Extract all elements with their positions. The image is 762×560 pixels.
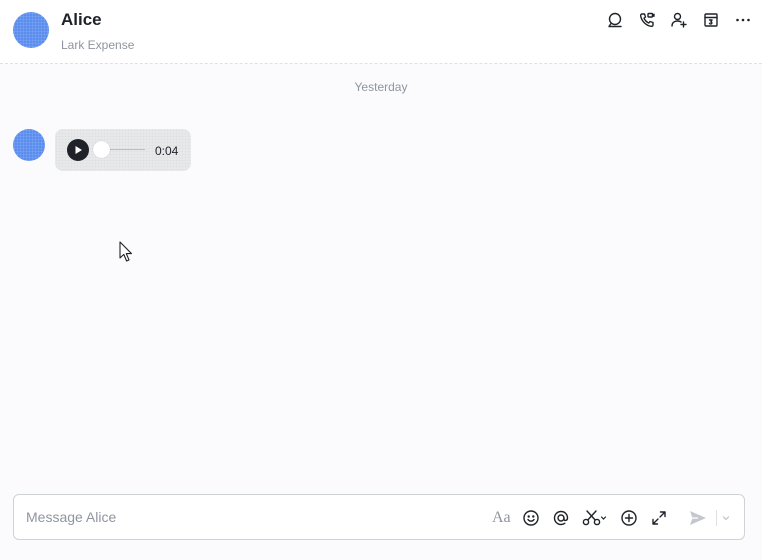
chat-header: Alice Lark Expense: [0, 0, 762, 64]
message-composer: Aa: [13, 494, 745, 540]
add-member-icon[interactable]: [670, 11, 688, 29]
calendar-icon[interactable]: [702, 11, 720, 29]
chat-avatar[interactable]: [13, 12, 49, 48]
sender-avatar[interactable]: [13, 129, 45, 161]
voice-message: 0:04: [55, 129, 191, 171]
send-icon[interactable]: [688, 508, 708, 528]
text-format-icon[interactable]: Aa: [492, 508, 511, 528]
chat-subtitle: Lark Expense: [61, 38, 135, 52]
date-separator: Yesterday: [354, 80, 408, 94]
video-call-icon[interactable]: [638, 11, 656, 29]
chat-title[interactable]: Alice: [61, 10, 102, 30]
message-input[interactable]: [26, 495, 466, 539]
search-chat-icon[interactable]: [606, 11, 624, 29]
add-icon[interactable]: [620, 508, 638, 528]
play-icon[interactable]: [67, 139, 89, 161]
voice-duration: 0:04: [155, 144, 179, 158]
send-divider: [716, 510, 717, 526]
emoji-icon[interactable]: [522, 508, 540, 528]
voice-progress-thumb[interactable]: [92, 141, 110, 158]
expand-icon[interactable]: [650, 508, 668, 528]
mouse-cursor-icon: [119, 241, 133, 268]
send-options-icon[interactable]: [721, 508, 731, 528]
screenshot-icon[interactable]: [582, 508, 608, 528]
more-icon[interactable]: [734, 11, 752, 29]
mention-icon[interactable]: [552, 508, 570, 528]
